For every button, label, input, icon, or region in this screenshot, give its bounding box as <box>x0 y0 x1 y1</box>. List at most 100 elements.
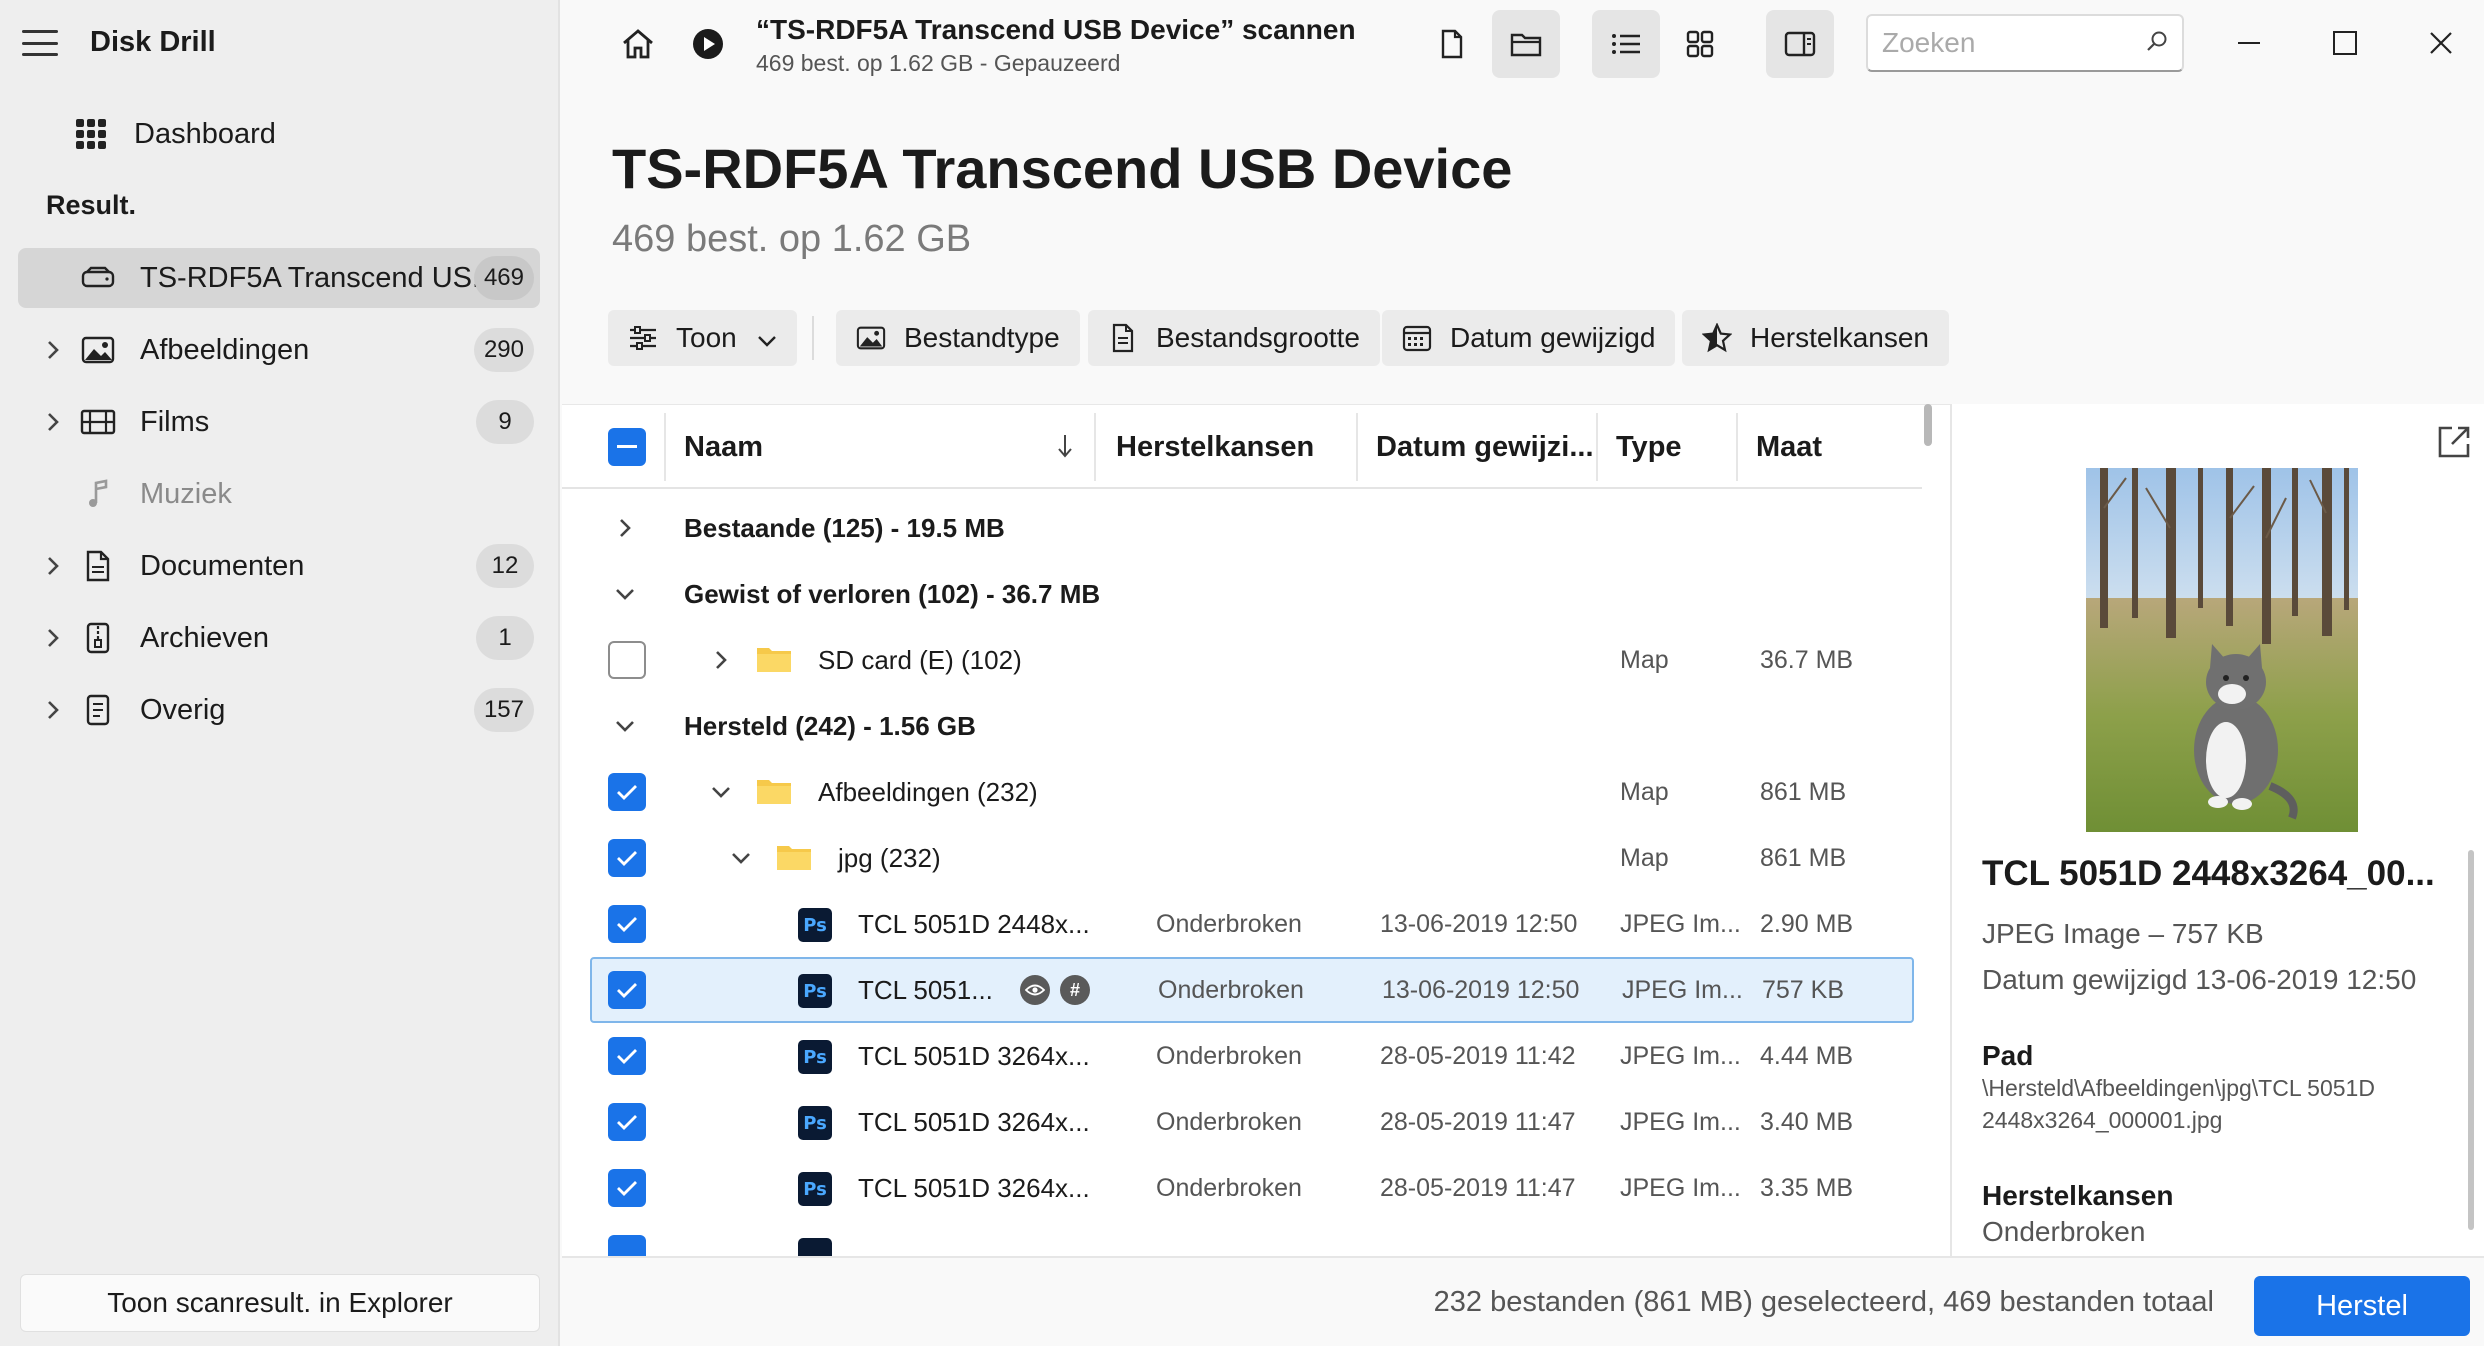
minimize-icon[interactable] <box>2216 14 2282 72</box>
table-row-file-partial[interactable] <box>562 1221 1914 1256</box>
row-checkbox[interactable] <box>608 1169 646 1207</box>
hash-checksum-icon[interactable]: # <box>1060 975 1090 1005</box>
sidebar-item-music[interactable]: Muziek <box>18 464 540 524</box>
column-separator <box>1596 413 1598 481</box>
row-name: TCL 5051... <box>858 974 993 1005</box>
preview-eye-icon[interactable] <box>1020 975 1050 1005</box>
preview-panel-toggle-icon[interactable] <box>1766 10 1834 78</box>
sidebar-item-label: Afbeeldingen <box>140 333 310 366</box>
preview-date-modified: Datum gewijzigd 13-06-2019 12:50 <box>1982 964 2417 995</box>
recover-button[interactable]: Herstel <box>2254 1276 2470 1336</box>
date-modified-filter-label: Datum gewijzigd <box>1450 322 1656 353</box>
table-row-folder[interactable]: jpg (232) Map 861 MB <box>562 825 1914 891</box>
home-icon[interactable] <box>604 10 672 78</box>
search-icon[interactable] <box>2146 30 2168 57</box>
close-icon[interactable] <box>2408 14 2474 72</box>
filesize-filter-button[interactable]: Bestandsgrootte <box>1088 310 1380 366</box>
preview-scrollbar[interactable] <box>2468 850 2474 1230</box>
table-header: Naam Herstelkansen Datum gewijzi... Type… <box>562 405 1922 489</box>
table-row-file[interactable]: Ps TCL 5051D 3264x... Onderbroken 28-05-… <box>562 1089 1914 1155</box>
sidebar-item-label: Films <box>140 405 210 438</box>
column-header-date[interactable]: Datum gewijzi... <box>1376 405 1594 489</box>
chevron-down-icon[interactable] <box>710 781 732 803</box>
group-row-recovered[interactable]: Hersteld (242) - 1.56 GB <box>562 693 1914 759</box>
page-subtitle: 469 best. op 1.62 GB <box>612 218 972 260</box>
column-header-chances[interactable]: Herstelkansen <box>1116 405 1314 489</box>
chevron-right-icon[interactable] <box>42 411 64 433</box>
row-type: JPEG Im... <box>1620 1107 1741 1136</box>
column-header-size[interactable]: Maat <box>1756 405 1822 489</box>
preview-chances-label: Herstelkansen <box>1982 1180 2174 1211</box>
chevron-down-icon[interactable] <box>614 715 636 737</box>
table-row-file[interactable]: Ps TCL 5051D 2448x... Onderbroken 13-06-… <box>562 891 1914 957</box>
filetype-filter-button[interactable]: Bestandtype <box>836 310 1080 366</box>
sidebar-item-films[interactable]: Films 9 <box>18 392 540 452</box>
open-external-icon[interactable] <box>2436 424 2472 460</box>
resume-scan-play-icon[interactable] <box>674 10 742 78</box>
row-checkbox[interactable] <box>608 971 646 1009</box>
table-row-file[interactable]: Ps TCL 5051D 3264x... Onderbroken 28-05-… <box>562 1023 1914 1089</box>
file-view-icon[interactable] <box>1418 10 1486 78</box>
row-checkbox[interactable] <box>608 905 646 943</box>
preview-chances-value: Onderbroken <box>1982 1216 2146 1247</box>
show-in-explorer-button[interactable]: Toon scanresult. in Explorer <box>20 1274 540 1332</box>
date-modified-filter-button[interactable]: Datum gewijzigd <box>1382 310 1676 366</box>
chevron-right-icon[interactable] <box>42 339 64 361</box>
row-type: Map <box>1620 843 1669 872</box>
table-scrollbar[interactable] <box>1924 404 1932 446</box>
chevron-right-icon[interactable] <box>710 649 732 671</box>
hamburger-menu-icon[interactable] <box>22 30 58 56</box>
chevron-right-icon[interactable] <box>42 555 64 577</box>
table-row-folder[interactable]: SD card (E) (102) Map 36.7 MB <box>562 627 1914 693</box>
row-size: 861 MB <box>1760 843 1847 872</box>
row-checkbox[interactable] <box>608 839 646 877</box>
sidebar-item-documents[interactable]: Documenten 12 <box>18 536 540 596</box>
maximize-icon[interactable] <box>2312 14 2378 72</box>
group-row-existing[interactable]: Bestaande (125) - 19.5 MB <box>562 495 1914 561</box>
column-separator <box>1356 413 1358 481</box>
sidebar-item-dashboard[interactable]: Dashboard <box>76 112 276 156</box>
sidebar-item-label: Archieven <box>140 621 269 654</box>
show-filter-dropdown[interactable]: Toon <box>608 310 797 366</box>
folder-view-icon[interactable] <box>1492 10 1560 78</box>
row-size: 3.40 MB <box>1760 1107 1854 1136</box>
sidebar-item-archives[interactable]: Archieven 1 <box>18 608 540 668</box>
chevron-down-icon[interactable] <box>614 583 636 605</box>
archive-icon <box>80 622 116 654</box>
photoshop-file-icon <box>798 1238 832 1256</box>
sort-descending-arrow-icon[interactable] <box>1056 433 1074 464</box>
recovery-chances-filter-button[interactable]: Herstelkansen <box>1682 310 1949 366</box>
sidebar-item-device[interactable]: TS-RDF5A Transcend US... 469 <box>18 248 540 308</box>
chevron-down-icon[interactable] <box>730 847 752 869</box>
row-date: 28-05-2019 11:47 <box>1380 1173 1576 1202</box>
chevron-right-icon[interactable] <box>614 517 636 539</box>
row-checkbox[interactable] <box>608 1037 646 1075</box>
table-row-file[interactable]: Ps TCL 5051D 3264x... Onderbroken 28-05-… <box>562 1155 1914 1221</box>
column-header-type[interactable]: Type <box>1616 405 1682 489</box>
row-size: 2.90 MB <box>1760 909 1854 938</box>
sidebar-item-other[interactable]: Overig 157 <box>18 680 540 740</box>
row-checkbox[interactable] <box>608 641 646 679</box>
photoshop-file-icon: Ps <box>798 1172 832 1206</box>
group-row-deleted[interactable]: Gewist of verloren (102) - 36.7 MB <box>562 561 1914 627</box>
search-input[interactable] <box>1882 27 2146 59</box>
sidebar-item-images[interactable]: Afbeeldingen 290 <box>18 320 540 380</box>
table-row-folder[interactable]: Afbeeldingen (232) Map 861 MB <box>562 759 1914 825</box>
select-all-checkbox[interactable] <box>608 428 646 466</box>
row-checkbox[interactable] <box>608 1103 646 1141</box>
sliders-icon <box>628 323 658 353</box>
calendar-icon <box>1402 323 1432 353</box>
column-header-name[interactable]: Naam <box>684 405 763 489</box>
table-row-file-selected[interactable]: Ps TCL 5051... # Onderbroken 13-06-2019 … <box>590 957 1914 1023</box>
row-checkbox[interactable] <box>608 1235 646 1256</box>
group-label: Hersteld (242) - 1.56 GB <box>684 710 976 741</box>
search-field[interactable] <box>1866 14 2184 72</box>
list-view-icon[interactable] <box>1592 10 1660 78</box>
grid-view-icon[interactable] <box>1666 10 1734 78</box>
chevron-right-icon[interactable] <box>42 627 64 649</box>
scan-title: “TS-RDF5A Transcend USB Device” scannen <box>756 14 1356 45</box>
row-date: 28-05-2019 11:47 <box>1380 1107 1576 1136</box>
row-checkbox[interactable] <box>608 773 646 811</box>
chevron-right-icon[interactable] <box>42 699 64 721</box>
filesize-filter-label: Bestandsgrootte <box>1156 322 1360 353</box>
